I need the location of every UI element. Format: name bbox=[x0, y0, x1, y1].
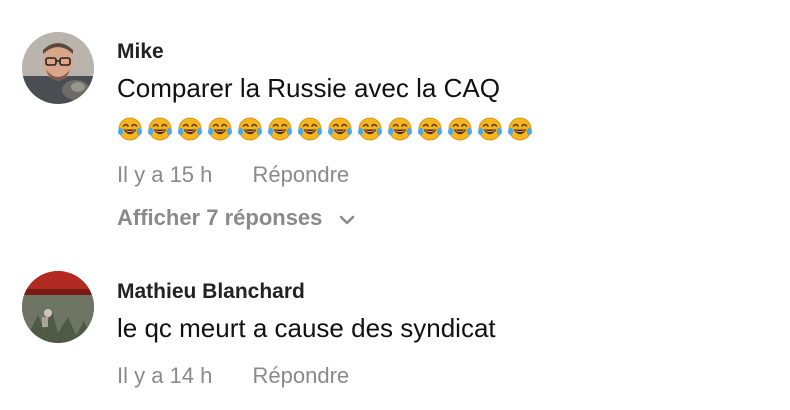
reply-button[interactable]: Répondre bbox=[253, 363, 350, 388]
reply-button[interactable]: Répondre bbox=[253, 162, 350, 187]
laughing-emoji-icon bbox=[177, 115, 203, 141]
laughing-emoji-icon bbox=[147, 115, 173, 141]
avatar[interactable] bbox=[22, 32, 94, 104]
comment-text: Comparer la Russie avec la CAQ bbox=[117, 70, 782, 144]
avatar[interactable] bbox=[22, 271, 94, 343]
view-replies-button[interactable]: Afficher 7 réponses bbox=[117, 205, 355, 232]
laughing-emoji-icon bbox=[357, 115, 383, 141]
view-replies-label: Afficher 7 réponses bbox=[117, 205, 323, 230]
laughing-emoji-icon bbox=[117, 115, 143, 141]
comment-item: Mike Comparer la Russie avec la CAQ Il y… bbox=[0, 0, 790, 250]
laughing-emoji-icon bbox=[207, 115, 233, 141]
comment-author[interactable]: Mike bbox=[117, 40, 164, 64]
emoji-row bbox=[117, 108, 537, 144]
chevron-down-icon bbox=[339, 206, 355, 232]
comment-body: le qc meurt a cause des syndicat bbox=[117, 313, 496, 343]
comment-author[interactable]: Mathieu Blanchard bbox=[117, 280, 305, 304]
laughing-emoji-icon bbox=[327, 115, 353, 141]
laughing-emoji-icon bbox=[237, 115, 263, 141]
comment-body: Comparer la Russie avec la CAQ bbox=[117, 73, 500, 103]
comment-meta: Il y a 15 h Répondre bbox=[117, 162, 349, 188]
comment-text: le qc meurt a cause des syndicat bbox=[117, 310, 782, 346]
comment-timestamp: Il y a 14 h bbox=[117, 363, 213, 388]
laughing-emoji-icon bbox=[447, 115, 473, 141]
laughing-emoji-icon bbox=[417, 115, 443, 141]
comment-meta: Il y a 14 h Répondre bbox=[117, 363, 349, 389]
comment-item: Mathieu Blanchard le qc meurt a cause de… bbox=[0, 250, 790, 410]
laughing-emoji-icon bbox=[507, 115, 533, 141]
laughing-emoji-icon bbox=[267, 115, 293, 141]
laughing-emoji-icon bbox=[387, 115, 413, 141]
laughing-emoji-icon bbox=[477, 115, 503, 141]
laughing-emoji-icon bbox=[297, 115, 323, 141]
comment-timestamp: Il y a 15 h bbox=[117, 162, 213, 187]
